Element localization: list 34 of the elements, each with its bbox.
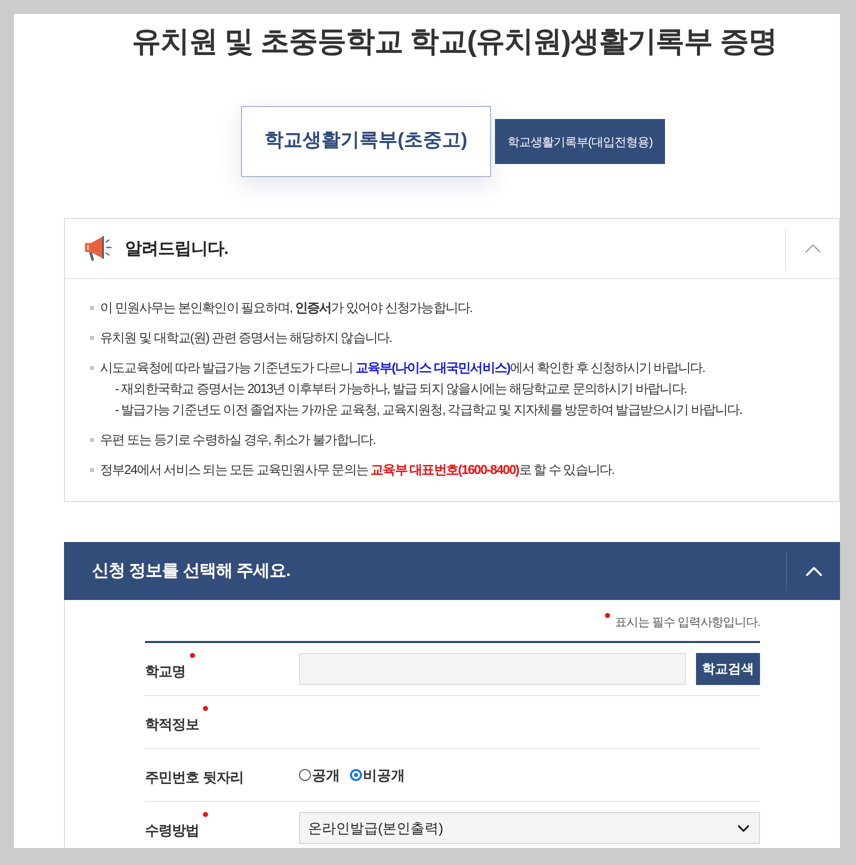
bullet-icon [90,336,94,340]
radio-button[interactable] [350,769,362,781]
field-label: 학적정보 [145,715,200,734]
bullet-icon [90,306,94,310]
chevron-down-icon [738,824,749,832]
radio-option[interactable]: 공개 [299,764,340,786]
notice-text: 시도교육청에 따라 발급가능 기준년도가 다르니 교육부(나이스 대국민서비스)에서 확인한 후 신청하시기 바랍니다. [100,359,705,377]
notice-text: 유치원 및 대학교(원) 관련 증명서는 해당하지 않습니다. [100,329,392,347]
tab[interactable]: 학교생활기록부(초중고) [241,106,491,177]
bullet-icon [90,438,94,442]
field-label: 학교명 [145,662,186,681]
notice-text: 정부24에서 서비스 되는 모든 교육민원사무 문의는 교육부 대표번호(1600-8400)로 할 수 있습니다. [100,461,614,479]
bullet-icon [90,366,94,370]
chevron-up-icon [806,566,822,576]
notice-text: 우편 또는 등기로 수령하실 경우, 취소가 불가합니다. [100,431,376,449]
required-note: 표시는 필수 입력사항입니다. [614,614,760,630]
form-title: 신청 정보를 선택해 주세요. [92,560,290,582]
notice-title: 알려드립니다. [125,238,228,260]
megaphone-icon [84,235,113,262]
select-field[interactable]: 온라인발급(본인출력) [299,812,760,844]
notice-subtext: - 재외한국학교 증명서는 2013년 이후부터 가능하나, 발급 되지 않을시에는 해당학교로 문의하시기 바랍니다. [115,380,687,398]
notice-subtext: - 발급가능 기준년도 이전 졸업자는 가까운 교육청, 교육지원청, 각급학교 및 지자체를 방문하여 발급받으시기 바랍니다. [115,401,742,419]
service-link[interactable]: 교육부(나이스 대국민서비스) [355,360,510,375]
field-label: 주민번호 뒷자리 [145,768,244,787]
page-title: 유치원 및 초중등학교 학교(유치원)생활기록부 증명 [132,25,777,60]
radio-option[interactable]: 비공개 [350,764,405,786]
field-label: 수령방법 [145,821,200,840]
school-search-button[interactable]: 학교검색 [696,653,760,685]
radio-button[interactable] [299,769,311,781]
bullet-icon [90,468,94,472]
chevron-up-icon [804,244,820,253]
notice-text: 이 민원사무는 본인확인이 필요하며, 인증서가 있어야 신청가능합니다. [100,299,472,317]
tab[interactable]: 학교생활기록부(대입전형용) [495,119,665,164]
input-field[interactable] [299,653,686,685]
